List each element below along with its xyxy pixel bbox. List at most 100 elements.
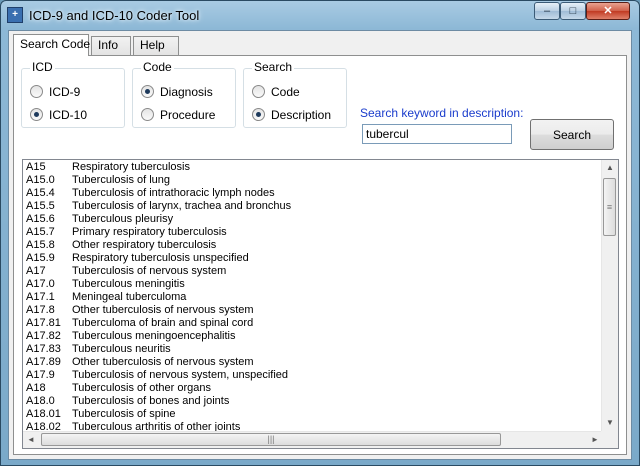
horizontal-scroll-thumb[interactable]: ||| xyxy=(41,433,501,446)
result-description: Tuberculous meningoencephalitis xyxy=(72,330,236,342)
list-item[interactable]: A17.89 Other tuberculosis of nervous syst… xyxy=(23,356,603,369)
vertical-scroll-thumb[interactable]: ≡ xyxy=(603,178,616,236)
result-description: Tuberculoma of brain and spinal cord xyxy=(72,317,254,329)
window-title: ICD-9 and ICD-10 Coder Tool xyxy=(29,8,200,23)
list-item[interactable]: A15 Respiratory tuberculosis xyxy=(23,161,603,174)
list-item[interactable]: A17.83 Tuberculous neuritis xyxy=(23,343,603,356)
search-keyword-label: Search keyword in description: xyxy=(360,106,524,120)
tab-search-code[interactable]: Search Code xyxy=(13,34,90,56)
list-item[interactable]: A18 Tuberculosis of other organs xyxy=(23,382,603,395)
result-code: A18.0 xyxy=(26,395,55,407)
result-code: A15.6 xyxy=(26,213,55,225)
result-description: Tuberculous neuritis xyxy=(72,343,171,355)
list-item[interactable]: A17.8 Other tuberculosis of nervous syste… xyxy=(23,304,603,317)
icd-group-title: ICD xyxy=(30,60,55,74)
result-code: A18 xyxy=(26,382,46,394)
radio-procedure-circle[interactable] xyxy=(141,108,154,121)
scroll-up-icon[interactable]: ▲ xyxy=(602,160,618,176)
result-description: Primary respiratory tuberculosis xyxy=(72,226,227,238)
list-item[interactable]: A17.1 Meningeal tuberculoma xyxy=(23,291,603,304)
list-item[interactable]: A18.01 Tuberculosis of spine xyxy=(23,408,603,421)
radio-search-description-circle[interactable] xyxy=(252,108,265,121)
list-item[interactable]: A17 Tuberculosis of nervous system xyxy=(23,265,603,278)
result-description: Tuberculosis of intrathoracic lymph node… xyxy=(72,187,275,199)
radio-diagnosis-label: Diagnosis xyxy=(160,85,213,99)
list-item[interactable]: A15.0 Tuberculosis of lung xyxy=(23,174,603,187)
scroll-left-icon[interactable]: ◄ xyxy=(23,432,39,448)
scrollbar-corner xyxy=(601,431,618,448)
result-description: Tuberculous meningitis xyxy=(72,278,185,290)
radio-icd10-circle[interactable] xyxy=(30,108,43,121)
result-code: A17.9 xyxy=(26,369,55,381)
app-window: + ICD-9 and ICD-10 Coder Tool – □ ✕ Sear… xyxy=(0,0,640,466)
result-description: Tuberculosis of nervous system, unspecif… xyxy=(72,369,289,381)
list-item[interactable]: A15.8 Other respiratory tuberculosis xyxy=(23,239,603,252)
tab-help[interactable]: Help xyxy=(133,36,179,55)
app-icon[interactable]: + xyxy=(7,7,23,23)
result-description: Respiratory tuberculosis unspecified xyxy=(72,252,249,264)
vertical-scrollbar[interactable]: ▲ ≡ ▼ xyxy=(601,160,618,431)
list-item[interactable]: A17.82 Tuberculous meningoencephalitis xyxy=(23,330,603,343)
result-description: Tuberculosis of larynx, trachea and bron… xyxy=(72,200,292,212)
code-group: Code Diagnosis Procedure xyxy=(132,60,236,128)
title-bar[interactable]: + ICD-9 and ICD-10 Coder Tool – □ ✕ xyxy=(1,1,639,31)
list-item[interactable]: A15.4 Tuberculosis of intrathoracic lymph… xyxy=(23,187,603,200)
close-button[interactable]: ✕ xyxy=(586,2,630,20)
client-area: Search Code Info Help ICD ICD-9 ICD-10 C… xyxy=(8,30,632,460)
result-description: Other tuberculosis of nervous system xyxy=(72,356,254,368)
result-code: A17.0 xyxy=(26,278,55,290)
result-code: A17.8 xyxy=(26,304,55,316)
result-code: A17 xyxy=(26,265,46,277)
radio-icd9-circle[interactable] xyxy=(30,85,43,98)
radio-icd9-label: ICD-9 xyxy=(49,85,81,99)
list-item[interactable]: A17.9 Tuberculosis of nervous system, uns… xyxy=(23,369,603,382)
result-description: Tuberculosis of other organs xyxy=(72,382,211,394)
icd-group: ICD ICD-9 ICD-10 xyxy=(21,60,125,128)
result-description: Tuberculosis of nervous system xyxy=(72,265,227,277)
result-description: Tuberculosis of spine xyxy=(72,408,176,420)
radio-diagnosis-circle[interactable] xyxy=(141,85,154,98)
search-group: Search Code Description xyxy=(243,60,347,128)
list-item[interactable]: A18.0 Tuberculosis of bones and joints xyxy=(23,395,603,408)
horizontal-scrollbar[interactable]: ◄ ||| ► xyxy=(23,431,603,448)
result-code: A17.81 xyxy=(26,317,61,329)
search-code-page: ICD ICD-9 ICD-10 Code Diagnosis Procedur… xyxy=(13,55,627,455)
list-item[interactable]: A17.0 Tuberculous meningitis xyxy=(23,278,603,291)
maximize-button[interactable]: □ xyxy=(560,2,586,20)
result-code: A15.7 xyxy=(26,226,55,238)
result-code: A17.89 xyxy=(26,356,61,368)
results-list[interactable]: A15 Respiratory tuberculosis A15.0 Tubercul… xyxy=(23,161,603,432)
result-description: Tuberculosis of bones and joints xyxy=(72,395,230,407)
result-code: A15.8 xyxy=(26,239,55,251)
result-description: Tuberculous pleurisy xyxy=(72,213,174,225)
list-item[interactable]: A17.81 Tuberculoma of brain and spinal co… xyxy=(23,317,603,330)
list-item[interactable]: A15.9 Respiratory tuberculosis unspecifie… xyxy=(23,252,603,265)
result-description: Other respiratory tuberculosis xyxy=(72,239,217,251)
result-code: A17.82 xyxy=(26,330,61,342)
search-input[interactable] xyxy=(362,124,512,144)
minimize-button[interactable]: – xyxy=(534,2,560,20)
results-listbox[interactable]: A15 Respiratory tuberculosis A15.0 Tubercul… xyxy=(22,159,619,449)
result-code: A15.9 xyxy=(26,252,55,264)
list-item[interactable]: A15.5 Tuberculosis of larynx, trachea and… xyxy=(23,200,603,213)
tab-info[interactable]: Info xyxy=(91,36,131,55)
result-code: A18.01 xyxy=(26,408,61,420)
result-code: A15.0 xyxy=(26,174,55,186)
radio-search-code-circle[interactable] xyxy=(252,85,265,98)
list-item[interactable]: A15.7 Primary respiratory tuberculosis xyxy=(23,226,603,239)
vertical-grip-icon: ≡ xyxy=(606,202,613,212)
result-code: A17.1 xyxy=(26,291,55,303)
search-button[interactable]: Search xyxy=(530,119,614,150)
radio-search-description-label: Description xyxy=(271,108,332,122)
result-code: A15 xyxy=(26,161,46,173)
radio-icd10-label: ICD-10 xyxy=(49,108,88,122)
list-item[interactable]: A15.6 Tuberculous pleurisy xyxy=(23,213,603,226)
result-code: A15.5 xyxy=(26,200,55,212)
result-description: Other tuberculosis of nervous system xyxy=(72,304,254,316)
horizontal-grip-icon: ||| xyxy=(267,434,275,444)
scroll-down-icon[interactable]: ▼ xyxy=(602,415,618,431)
result-description: Tuberculosis of lung xyxy=(72,174,171,186)
search-group-title: Search xyxy=(252,60,295,74)
code-group-title: Code xyxy=(141,60,174,74)
result-code: A15.4 xyxy=(26,187,55,199)
